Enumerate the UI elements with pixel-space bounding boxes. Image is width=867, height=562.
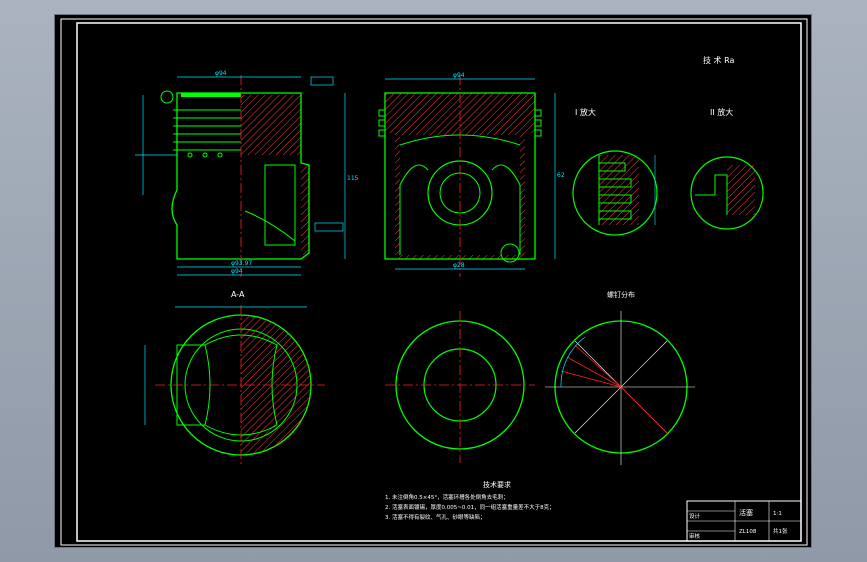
tb-scale: 1:1 <box>773 511 782 517</box>
tb-checker: 审核 <box>689 532 701 540</box>
dim-skirt-text: φ93.97 <box>231 260 252 267</box>
tb-name: 活塞 <box>739 508 753 517</box>
side-dim-pin-text: φ28 <box>453 262 465 269</box>
oil-hole <box>202 152 208 158</box>
tech-req-title: 技术要求 <box>483 480 511 489</box>
side-dim-height-text: 62 <box>557 172 565 179</box>
dim-bottom-text: φ94 <box>231 268 243 275</box>
tb-material: ZL108 <box>739 529 757 535</box>
front-view: φ94 φ93.97 φ94 115 <box>135 70 359 277</box>
side-right-grooves <box>535 109 542 137</box>
tech-req-line-3: 3. 活塞不得有裂纹、气孔、砂眼等缺陷； <box>385 513 486 521</box>
oil-hole <box>217 152 223 158</box>
inner-curve <box>244 210 296 242</box>
front-wall-hatch <box>301 165 309 255</box>
top-note: 技 术 Ra <box>703 55 734 65</box>
detail-i-label: I 放大 <box>575 107 596 117</box>
polar-ray <box>566 356 622 388</box>
detail-ii: II 放大 <box>690 107 764 230</box>
tb-sheet: 共1张 <box>773 527 788 535</box>
section-label: A-A <box>231 290 245 299</box>
engineering-drawing: 技 术 Ra φ94 φ93.97 φ94 115 φ94 φ28 62 I 放… <box>60 18 808 546</box>
cad-viewport[interactable]: 技 术 Ra φ94 φ93.97 φ94 115 φ94 φ28 62 I 放… <box>54 14 812 548</box>
front-crown-hatch <box>241 95 301 155</box>
detail-ii-label: II 放大 <box>710 107 733 117</box>
pin-boss <box>264 164 296 246</box>
dim-height-text: 115 <box>347 175 359 182</box>
oil-hole <box>187 152 193 158</box>
detail-ii-profile <box>695 174 728 215</box>
polar-layout: 螺钉分布 <box>545 290 695 465</box>
detail-i: I 放大 <box>572 107 658 236</box>
polar-ray <box>620 386 668 434</box>
tb-designer: 设计 <box>689 512 701 520</box>
side-dim-top-text: φ94 <box>453 72 465 79</box>
polar-label: 螺钉分布 <box>607 290 635 299</box>
bottom-view <box>385 311 535 463</box>
technical-requirements: 技术要求 1. 未注倒角0.5×45°，活塞环槽各处倒角去毛刺； 2. 活塞表面… <box>385 480 555 521</box>
detail-i-callout <box>160 90 174 104</box>
section-a-a: A-A <box>144 290 325 465</box>
tech-req-line-1: 1. 未注倒角0.5×45°，活塞环槽各处倒角去毛刺； <box>385 493 509 501</box>
tolerance-box <box>314 222 344 232</box>
title-block: 设计 审核 活塞 ZL108 1:1 共1张 <box>686 500 802 542</box>
tech-req-line-2: 2. 活塞表面镀锡，厚度0.005~0.01，同一组活塞重量差不大于8克； <box>385 503 555 511</box>
tolerance-box <box>310 76 334 86</box>
side-left-grooves <box>378 109 385 137</box>
detail-ii-hatch <box>727 165 755 215</box>
detail-i-hatch <box>599 155 639 225</box>
dim-top-text: φ94 <box>215 70 227 77</box>
polar-angle-arc <box>560 336 586 388</box>
side-view: φ94 φ28 62 <box>378 72 565 277</box>
